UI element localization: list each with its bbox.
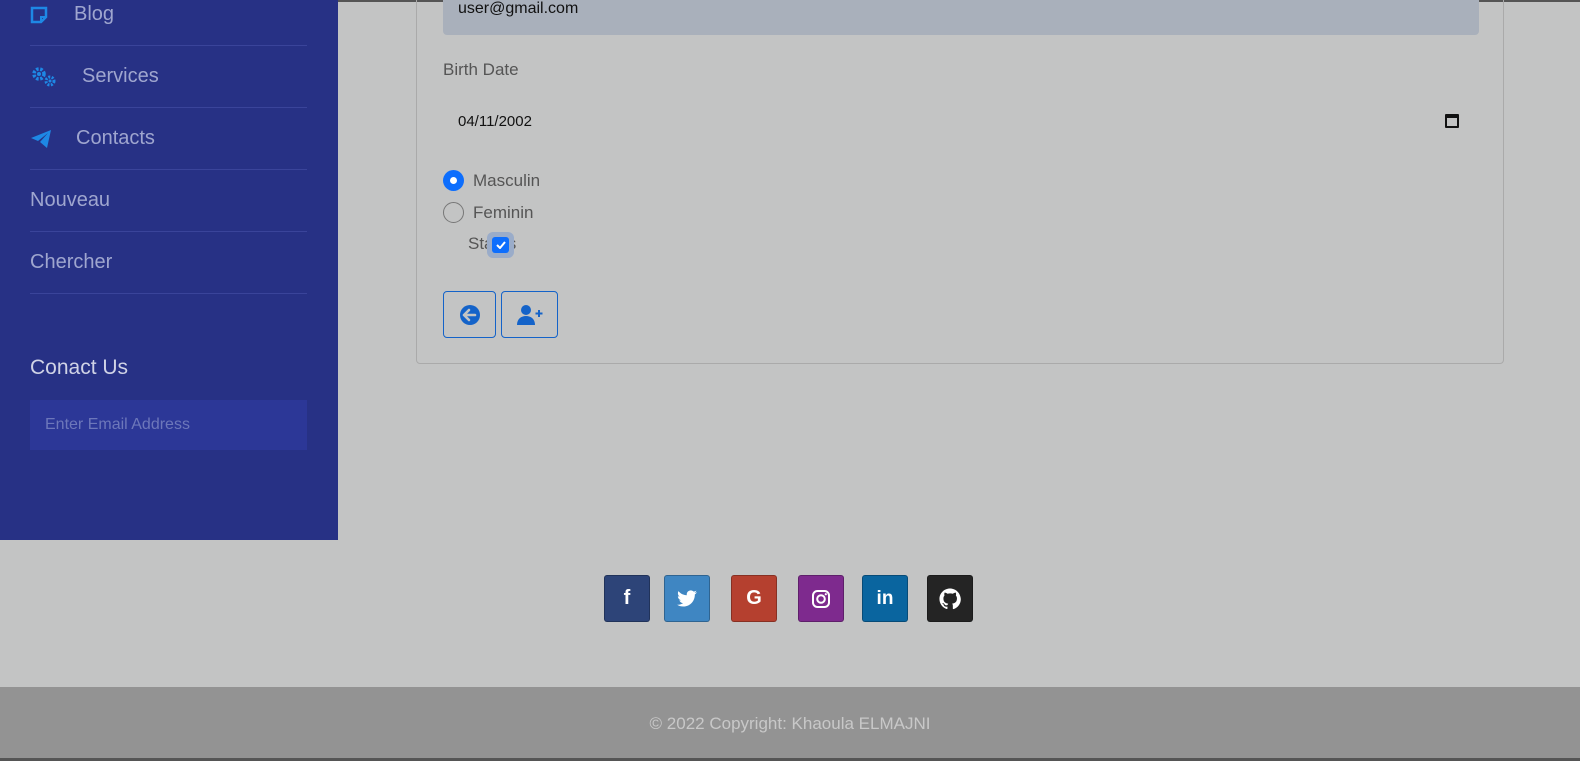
- birth-date-input[interactable]: 04/11/2002: [443, 102, 1479, 140]
- sidebar-item-label: Contacts: [76, 127, 155, 149]
- back-button[interactable]: [443, 291, 496, 338]
- status-checkbox[interactable]: [492, 237, 509, 253]
- sidebar-item-label: Nouveau: [30, 189, 111, 211]
- email-value: user@gmail.com: [458, 0, 579, 17]
- twitter-icon: [677, 589, 697, 607]
- gender-radio-masculin[interactable]: [443, 170, 464, 191]
- google-button[interactable]: G: [731, 575, 777, 622]
- sidebar-item-services[interactable]: Services: [30, 46, 307, 108]
- instagram-icon: [812, 589, 830, 608]
- check-icon: [495, 241, 506, 249]
- gender-radio-feminin[interactable]: [443, 202, 464, 223]
- newsletter-email-input[interactable]: [30, 400, 307, 450]
- sidebar: Blog Services Contacts Nouveau Chercher …: [0, 0, 338, 540]
- facebook-button[interactable]: f: [604, 575, 650, 622]
- facebook-icon: f: [623, 587, 631, 609]
- instagram-button[interactable]: [798, 575, 844, 622]
- contact-title: Conact Us: [30, 356, 129, 379]
- add-user-button[interactable]: [501, 291, 558, 338]
- birth-date-label: Birth Date: [443, 60, 519, 79]
- sidebar-item-blog[interactable]: Blog: [30, 0, 307, 46]
- user-plus-icon: [516, 304, 542, 325]
- calendar-icon[interactable]: [1445, 114, 1459, 128]
- form-card: [416, 0, 1504, 364]
- github-button[interactable]: [927, 575, 973, 622]
- footer: © 2022 Copyright: Khaoula ELMAJNI: [0, 687, 1580, 761]
- sidebar-item-chercher[interactable]: Chercher: [30, 232, 307, 294]
- sidebar-item-label: Services: [82, 65, 159, 87]
- note-icon: [30, 4, 60, 26]
- twitter-button[interactable]: [664, 575, 710, 622]
- cogs-icon: [30, 66, 60, 88]
- linkedin-button[interactable]: in: [862, 575, 908, 622]
- gender-label-feminin: Feminin: [473, 203, 534, 222]
- status-checkbox-focus[interactable]: [487, 232, 514, 258]
- google-icon: G: [746, 587, 762, 609]
- linkedin-icon: in: [876, 587, 894, 609]
- email-field[interactable]: user@gmail.com: [443, 0, 1479, 35]
- sidebar-item-label: Chercher: [30, 251, 113, 273]
- gender-label-masculin: Masculin: [473, 171, 541, 190]
- github-icon: [939, 587, 961, 609]
- copyright-text: © 2022 Copyright: Khaoula ELMAJNI: [649, 714, 931, 733]
- sidebar-item-contacts[interactable]: Contacts: [30, 108, 307, 170]
- sidebar-item-nouveau[interactable]: Nouveau: [30, 170, 307, 232]
- arrow-left-circle-icon: [459, 304, 480, 325]
- sidebar-item-label: Blog: [74, 3, 115, 25]
- birth-date-value: 04/11/2002: [458, 112, 532, 130]
- paper-plane-icon: [30, 128, 60, 150]
